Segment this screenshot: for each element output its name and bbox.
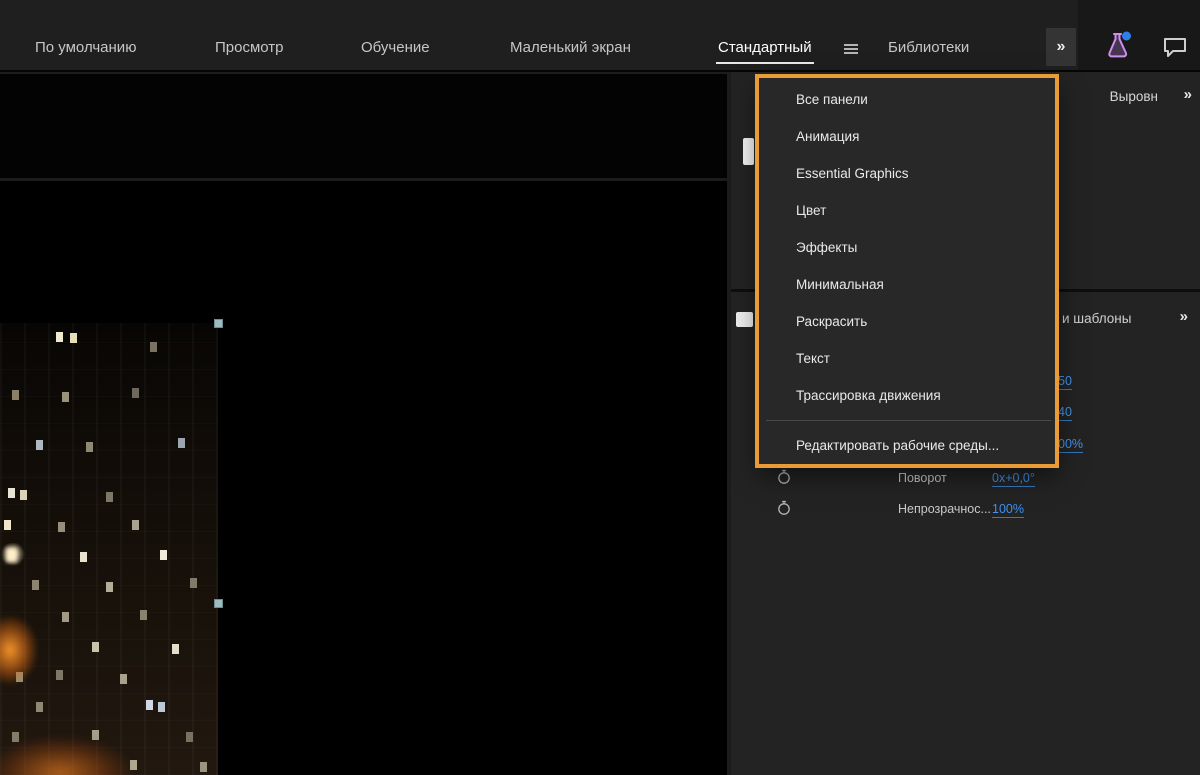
property-value-fragment[interactable]: 00%	[1058, 437, 1084, 453]
property-value-fragment[interactable]: 50	[1058, 374, 1072, 390]
property-label: Поворот	[898, 471, 947, 485]
menu-item-color[interactable]: Цвет	[759, 192, 1057, 229]
properties-panel-menu-chevron[interactable]: »	[1180, 308, 1188, 325]
tab-standard[interactable]: Стандартный	[716, 39, 814, 64]
property-value[interactable]: 0x+0,0°	[992, 471, 1035, 487]
menu-item-minimal[interactable]: Минимальная	[759, 266, 1057, 303]
tab-libraries[interactable]: Библиотеки	[888, 39, 969, 56]
video-content-building	[0, 323, 218, 775]
menu-separator	[766, 420, 1051, 421]
align-panel-title: Выровн	[1109, 89, 1158, 104]
workspace-overflow-menu: Все панели Анимация Essential Graphics Ц…	[759, 78, 1057, 467]
menu-item-essential-graphics[interactable]: Essential Graphics	[759, 155, 1057, 192]
beaker-notification-icon[interactable]	[1104, 30, 1132, 65]
upper-left-panel	[0, 74, 727, 178]
workspace-menu-icon[interactable]	[844, 44, 858, 46]
window-bloom	[0, 543, 26, 565]
street-light-glow	[0, 615, 38, 685]
selection-handle[interactable]	[214, 599, 223, 608]
stopwatch-icon[interactable]	[776, 500, 792, 521]
menu-item-paint[interactable]: Раскрасить	[759, 303, 1057, 340]
menu-item-all-panels[interactable]: Все панели	[759, 81, 1057, 118]
tab-default[interactable]: По умолчанию	[35, 39, 136, 56]
tab-review[interactable]: Просмотр	[215, 39, 284, 56]
tab-learn[interactable]: Обучение	[361, 39, 430, 56]
menu-item-edit-workspaces[interactable]: Редактировать рабочие среды...	[759, 427, 1057, 464]
program-monitor	[0, 181, 727, 775]
selection-handle[interactable]	[214, 319, 223, 328]
workspace-tabs-bar: По умолчанию Просмотр Обучение Маленький…	[0, 0, 1200, 72]
align-panel-menu-chevron[interactable]: »	[1184, 86, 1192, 103]
menu-item-animation[interactable]: Анимация	[759, 118, 1057, 155]
app-window: По умолчанию Просмотр Обучение Маленький…	[0, 0, 1200, 775]
property-value[interactable]: 100%	[992, 502, 1024, 518]
workspace-overflow-chevron-button[interactable]: »	[1046, 28, 1076, 66]
property-row-opacity: Непрозрачнос... 100%	[731, 499, 1200, 523]
property-value-fragment[interactable]: 40	[1058, 405, 1072, 421]
stopwatch-icon[interactable]	[776, 469, 792, 490]
building-window-lights	[0, 323, 7, 333]
feedback-bubble-icon[interactable]	[1162, 35, 1188, 64]
tab-small-screen[interactable]: Маленький экран	[510, 39, 631, 56]
properties-panel-title-fragment: и шаблоны	[1062, 311, 1132, 326]
menu-item-motion-tracking[interactable]: Трассировка движения	[759, 377, 1057, 414]
street-light-glow	[0, 738, 130, 775]
obscured-text-fragment	[736, 312, 753, 327]
topbar-icon-area	[1078, 0, 1200, 70]
property-row-rotation: Поворот 0x+0,0°	[731, 468, 1200, 492]
property-label: Непрозрачнос...	[898, 502, 991, 516]
obscured-text-fragment	[743, 138, 754, 165]
menu-item-text[interactable]: Текст	[759, 340, 1057, 377]
menu-item-effects[interactable]: Эффекты	[759, 229, 1057, 266]
